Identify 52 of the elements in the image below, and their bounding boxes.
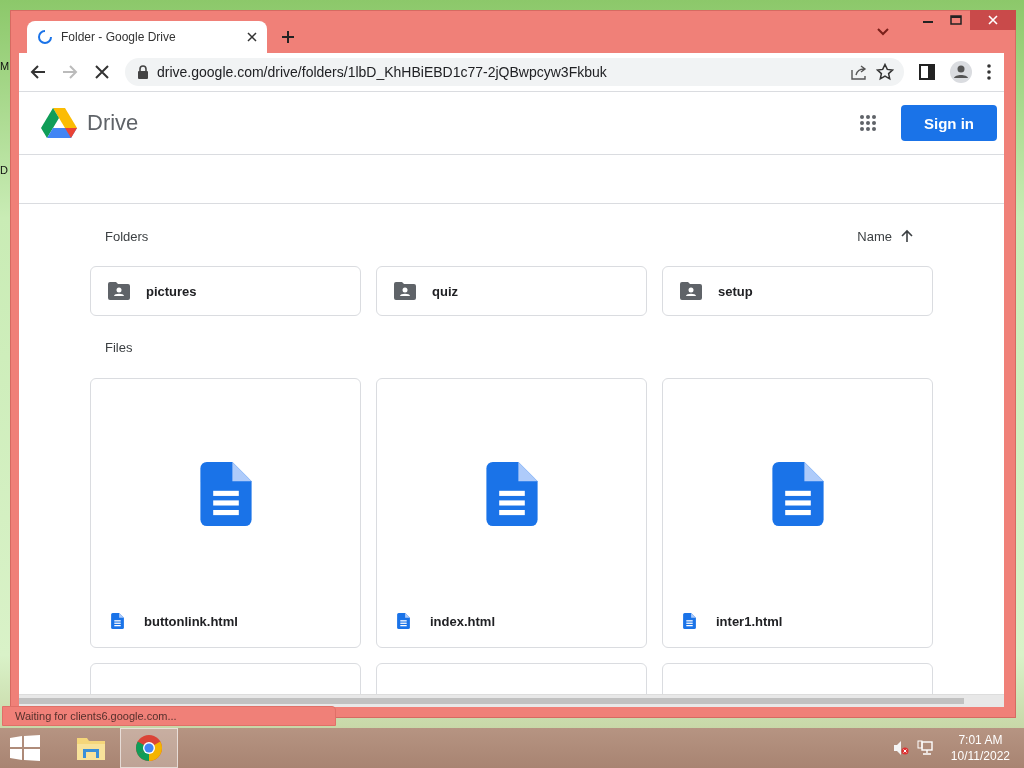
folder-name: quiz	[432, 283, 458, 299]
menu-icon[interactable]	[986, 63, 992, 81]
back-icon[interactable]	[29, 63, 47, 81]
document-icon	[111, 613, 124, 629]
file-card[interactable]: index.html	[376, 378, 647, 648]
start-icon[interactable]	[10, 735, 40, 761]
section-heading: Folders	[105, 228, 149, 244]
speaker-muted-icon[interactable]	[892, 740, 909, 756]
share-icon[interactable]	[850, 63, 868, 81]
document-icon	[771, 462, 824, 526]
browser-tab[interactable]: Folder - Google Drive	[27, 21, 267, 53]
drive-logo-icon	[41, 107, 77, 139]
document-icon	[199, 462, 252, 526]
sort-label[interactable]: Name	[857, 228, 892, 244]
folder-card[interactable]: setup	[662, 266, 933, 316]
close-tab-icon[interactable]	[247, 32, 257, 42]
drive-logo-text: Drive	[87, 110, 140, 136]
status-bubble: Waiting for clients6.google.com...	[2, 706, 336, 726]
star-icon[interactable]	[876, 63, 894, 81]
file-card[interactable]: inter1.html	[662, 378, 933, 648]
side-panel-icon[interactable]	[918, 63, 936, 81]
file-name: inter1.html	[716, 613, 783, 629]
folder-name: pictures	[146, 283, 197, 299]
file-card[interactable]: buttonlink.html	[90, 378, 361, 648]
loading-spinner-icon	[37, 29, 53, 45]
document-icon	[683, 613, 696, 629]
folder-card[interactable]: pictures	[90, 266, 361, 316]
tab-search-icon[interactable]	[877, 28, 889, 36]
sort-arrow-icon[interactable]	[900, 229, 914, 243]
network-icon[interactable]	[916, 740, 933, 756]
shared-folder-icon	[680, 282, 702, 300]
folder-name: setup	[718, 283, 753, 299]
file-name: index.html	[430, 613, 495, 629]
chrome-logo-icon	[133, 734, 165, 762]
shared-folder-icon	[108, 282, 130, 300]
desktop-icon-label: D	[0, 164, 8, 176]
address-bar[interactable]: drive.google.com/drive/folders/1lbD_KhHBiEBD1c77-2jQBwpcyw3Fkbuk	[125, 58, 904, 86]
profile-icon[interactable]	[950, 61, 972, 83]
apps-grid-icon[interactable]	[859, 114, 877, 132]
section-heading: Files	[105, 339, 133, 355]
horizontal-scrollbar[interactable]	[19, 694, 1004, 707]
document-icon	[397, 613, 410, 629]
shared-folder-icon	[394, 282, 416, 300]
browser-taskbar-button[interactable]	[120, 728, 178, 768]
new-tab-icon[interactable]	[281, 30, 295, 44]
sign-in-button[interactable]: Sign in	[901, 105, 997, 141]
folder-card[interactable]: quiz	[376, 266, 647, 316]
stop-icon[interactable]	[93, 63, 111, 81]
desktop-icon-label: M	[0, 60, 8, 72]
file-name: buttonlink.html	[144, 613, 238, 629]
document-icon	[485, 462, 538, 526]
lock-icon	[137, 65, 149, 79]
